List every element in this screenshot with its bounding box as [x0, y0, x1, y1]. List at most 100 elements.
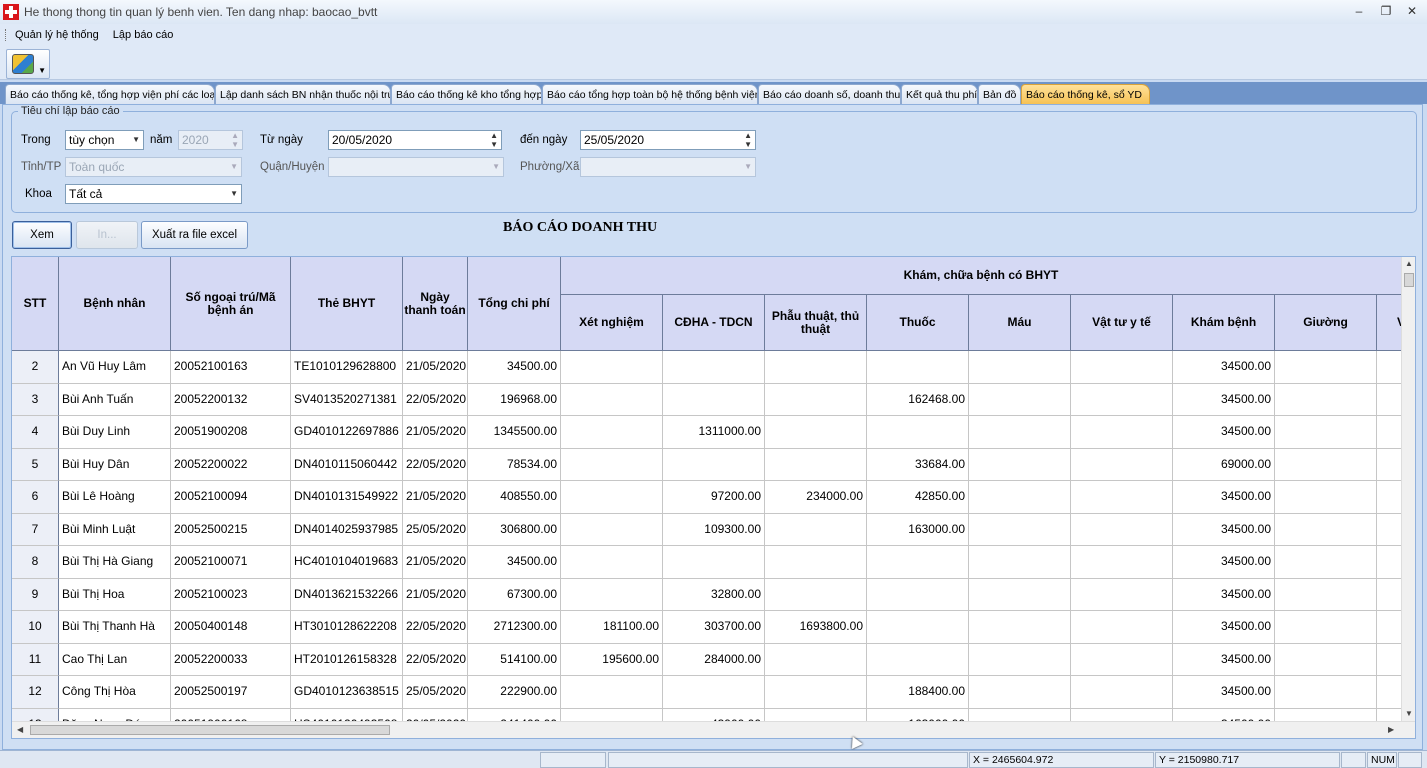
cell-so-ngoai-tru[interactable]: 20052500215: [171, 513, 291, 546]
cell-benh-nhan[interactable]: Bùi Thị Hoa: [59, 578, 171, 611]
hscroll-thumb[interactable]: [30, 725, 390, 735]
cell-giuong[interactable]: [1275, 513, 1377, 546]
cell-vat-tu[interactable]: [1071, 676, 1173, 709]
huyen-select[interactable]: ▼: [328, 157, 504, 177]
cell-phau-thuat[interactable]: [765, 383, 867, 416]
cell-vat-tu[interactable]: [1071, 448, 1173, 481]
cell-xet-nghiem[interactable]: [561, 481, 663, 514]
cell-benh-nhan[interactable]: Bùi Anh Tuấn: [59, 383, 171, 416]
cell-vat-tu[interactable]: [1071, 546, 1173, 579]
cell-cdha[interactable]: 284000.00: [663, 643, 765, 676]
table-row[interactable]: 6 Bùi Lê Hoàng 20052100094 DN4010131549922 2…: [12, 481, 1402, 514]
cell-tong-chi-phi[interactable]: 196968.00: [468, 383, 561, 416]
header-benh-nhan[interactable]: Bệnh nhân: [59, 257, 171, 351]
scroll-right-icon[interactable]: ▶: [1388, 725, 1394, 734]
cell-phau-thuat[interactable]: [765, 416, 867, 449]
cell-xet-nghiem[interactable]: [561, 383, 663, 416]
cell-vat-tu[interactable]: [1071, 416, 1173, 449]
cell-stt[interactable]: 6: [12, 481, 59, 514]
cell-v[interactable]: [1377, 416, 1402, 449]
cell-thuoc[interactable]: [867, 578, 969, 611]
cell-so-ngoai-tru[interactable]: 20052200033: [171, 643, 291, 676]
header-vat-tu[interactable]: Vật tư y tế: [1071, 295, 1173, 351]
xem-button[interactable]: Xem: [12, 221, 72, 249]
cell-ngay-thanh-toan[interactable]: 21/05/2020: [403, 481, 468, 514]
cell-mau[interactable]: [969, 383, 1071, 416]
cell-so-ngoai-tru[interactable]: 20052100071: [171, 546, 291, 579]
cell-mau[interactable]: [969, 448, 1071, 481]
table-row[interactable]: 8 Bùi Thị Hà Giang 20052100071 HC4010104019…: [12, 546, 1402, 579]
cell-giuong[interactable]: [1275, 351, 1377, 384]
cell-so-ngoai-tru[interactable]: 20052200132: [171, 383, 291, 416]
cell-cdha[interactable]: [663, 351, 765, 384]
cell-phau-thuat[interactable]: [765, 448, 867, 481]
cell-benh-nhan[interactable]: Công Thị Hòa: [59, 676, 171, 709]
in-button[interactable]: In...: [76, 221, 138, 249]
cell-vat-tu[interactable]: [1071, 481, 1173, 514]
cell-v[interactable]: [1377, 578, 1402, 611]
cell-ngay-thanh-toan[interactable]: 22/05/2020: [403, 643, 468, 676]
menu-lap-bao-cao[interactable]: Lập báo cáo: [106, 29, 181, 41]
cell-cdha[interactable]: [663, 383, 765, 416]
cell-stt[interactable]: 10: [12, 611, 59, 644]
cell-phau-thuat[interactable]: 1693800.00: [765, 611, 867, 644]
cell-thuoc[interactable]: [867, 546, 969, 579]
khoa-select[interactable]: Tất cả ▼: [65, 184, 242, 204]
cell-v[interactable]: [1377, 481, 1402, 514]
cell-tong-chi-phi[interactable]: 1345500.00: [468, 416, 561, 449]
cell-the-bhyt[interactable]: HC4010104019683: [291, 546, 403, 579]
cell-kham-benh[interactable]: 34500.00: [1173, 513, 1275, 546]
cell-cdha[interactable]: [663, 546, 765, 579]
table-row[interactable]: 7 Bùi Minh Luật 20052500215 DN4014025937985…: [12, 513, 1402, 546]
cell-mau[interactable]: [969, 513, 1071, 546]
cell-the-bhyt[interactable]: DN4010115060442: [291, 448, 403, 481]
cell-mau[interactable]: [969, 676, 1071, 709]
cell-v[interactable]: [1377, 351, 1402, 384]
scroll-up-icon[interactable]: ▲: [1405, 259, 1413, 268]
cell-vat-tu[interactable]: [1071, 351, 1173, 384]
header-ngay-thanh-toan[interactable]: Ngày thanh toán: [403, 257, 468, 351]
cell-phau-thuat[interactable]: [765, 643, 867, 676]
cell-so-ngoai-tru[interactable]: 20052200022: [171, 448, 291, 481]
table-row[interactable]: 3 Bùi Anh Tuấn 20052200132 SV4013520271381 2…: [12, 383, 1402, 416]
cell-giuong[interactable]: [1275, 611, 1377, 644]
cell-xet-nghiem[interactable]: [561, 416, 663, 449]
cell-thuoc[interactable]: 162468.00: [867, 383, 969, 416]
cell-xet-nghiem[interactable]: 181100.00: [561, 611, 663, 644]
cell-tong-chi-phi[interactable]: 2712300.00: [468, 611, 561, 644]
cell-benh-nhan[interactable]: Bùi Huy Dân: [59, 448, 171, 481]
cell-the-bhyt[interactable]: DN4010131549922: [291, 481, 403, 514]
cell-stt[interactable]: 7: [12, 513, 59, 546]
cell-kham-benh[interactable]: 34500.00: [1173, 416, 1275, 449]
cell-thuoc[interactable]: 42850.00: [867, 481, 969, 514]
cell-stt[interactable]: 2: [12, 351, 59, 384]
cell-kham-benh[interactable]: 34500.00: [1173, 676, 1275, 709]
cell-v[interactable]: [1377, 513, 1402, 546]
cell-thuoc[interactable]: 163000.00: [867, 513, 969, 546]
cell-xet-nghiem[interactable]: [561, 351, 663, 384]
cell-stt[interactable]: 9: [12, 578, 59, 611]
cell-tong-chi-phi[interactable]: 34500.00: [468, 546, 561, 579]
export-excel-button[interactable]: Xuất ra file excel: [141, 221, 248, 249]
cell-tong-chi-phi[interactable]: 222900.00: [468, 676, 561, 709]
cell-giuong[interactable]: [1275, 643, 1377, 676]
tab-ket-qua-thu-phi[interactable]: Kết quả thu phí: [901, 84, 978, 104]
cell-thuoc[interactable]: [867, 611, 969, 644]
tab-thong-ke-kho[interactable]: Báo cáo thống kê kho tổng hợp: [391, 84, 542, 104]
cell-cdha[interactable]: [663, 448, 765, 481]
cell-mau[interactable]: [969, 578, 1071, 611]
cell-the-bhyt[interactable]: GD4010122697886: [291, 416, 403, 449]
header-giuong[interactable]: Giường: [1275, 295, 1377, 351]
cell-xet-nghiem[interactable]: [561, 676, 663, 709]
vscroll-thumb[interactable]: [1404, 273, 1414, 287]
cell-benh-nhan[interactable]: Bùi Thị Hà Giang: [59, 546, 171, 579]
header-tong-chi-phi[interactable]: Tổng chi phí: [468, 257, 561, 351]
cell-cdha[interactable]: 109300.00: [663, 513, 765, 546]
scroll-down-icon[interactable]: ▼: [1405, 709, 1413, 718]
cell-cdha[interactable]: [663, 676, 765, 709]
table-row[interactable]: 10 Bùi Thị Thanh Hà 20050400148 HT301012862…: [12, 611, 1402, 644]
close-icon[interactable]: ✕: [1402, 3, 1422, 19]
cell-the-bhyt[interactable]: DN4014025937985: [291, 513, 403, 546]
cell-thuoc[interactable]: [867, 643, 969, 676]
cell-vat-tu[interactable]: [1071, 578, 1173, 611]
